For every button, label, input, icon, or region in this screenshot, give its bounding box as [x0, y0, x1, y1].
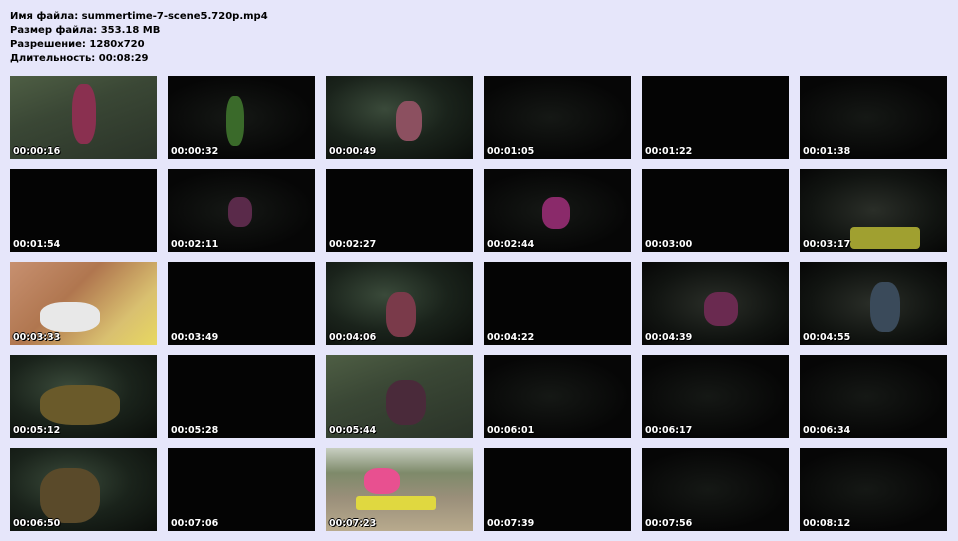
timestamp: 00:02:44 [487, 239, 535, 250]
timestamp: 00:02:11 [171, 239, 219, 250]
thumbnail[interactable]: 00:06:01 [484, 355, 631, 438]
timestamp: 00:03:00 [645, 239, 693, 250]
timestamp: 00:06:50 [13, 518, 61, 529]
thumbnail[interactable]: 00:07:39 [484, 448, 631, 531]
timestamp: 00:03:49 [171, 332, 219, 343]
timestamp: 00:08:12 [803, 518, 851, 529]
thumbnail[interactable]: 00:06:17 [642, 355, 789, 438]
thumbnail[interactable]: 00:00:49 [326, 76, 473, 159]
thumbnail[interactable]: 00:02:11 [168, 169, 315, 252]
thumbnail[interactable]: 00:02:44 [484, 169, 631, 252]
thumbnail[interactable]: 00:08:12 [800, 448, 947, 531]
thumbnail[interactable]: 00:03:33 [10, 262, 157, 345]
thumbnail[interactable]: 00:04:22 [484, 262, 631, 345]
timestamp: 00:07:39 [487, 518, 535, 529]
file-resolution: Разрешение: 1280x720 [10, 39, 145, 50]
timestamp: 00:02:27 [329, 239, 377, 250]
timestamp: 00:06:17 [645, 425, 693, 436]
timestamp: 00:05:12 [13, 425, 61, 436]
thumbnail[interactable]: 00:06:34 [800, 355, 947, 438]
thumbnail[interactable]: 00:01:22 [642, 76, 789, 159]
timestamp: 00:07:56 [645, 518, 693, 529]
timestamp: 00:07:23 [329, 518, 377, 529]
thumbnail[interactable]: 00:04:39 [642, 262, 789, 345]
timestamp: 00:00:16 [13, 146, 61, 157]
thumbnail[interactable]: 00:02:27 [326, 169, 473, 252]
thumbnail[interactable]: 00:05:28 [168, 355, 315, 438]
timestamp: 00:07:06 [171, 518, 219, 529]
file-info: Имя файла: summertime-7-scene5.720p.mp4 … [10, 10, 268, 66]
thumbnail[interactable]: 00:04:06 [326, 262, 473, 345]
thumbnail[interactable]: 00:03:00 [642, 169, 789, 252]
thumbnail[interactable]: 00:05:44 [326, 355, 473, 438]
timestamp: 00:04:39 [645, 332, 693, 343]
timestamp: 00:03:33 [13, 332, 61, 343]
thumbnail[interactable]: 00:06:50 [10, 448, 157, 531]
thumbnail[interactable]: 00:05:12 [10, 355, 157, 438]
thumbnail[interactable]: 00:01:54 [10, 169, 157, 252]
timestamp: 00:01:05 [487, 146, 535, 157]
timestamp: 00:03:17 [803, 239, 851, 250]
thumbnail[interactable]: 00:03:17 [800, 169, 947, 252]
timestamp: 00:06:34 [803, 425, 851, 436]
file-duration: Длительность: 00:08:29 [10, 53, 149, 64]
thumbnail[interactable]: 00:01:38 [800, 76, 947, 159]
timestamp: 00:06:01 [487, 425, 535, 436]
file-size: Размер файла: 353.18 MB [10, 25, 161, 36]
thumbnail-grid: 00:00:16 00:00:32 00:00:49 00:01:05 00:0… [10, 76, 947, 531]
timestamp: 00:04:22 [487, 332, 535, 343]
timestamp: 00:01:38 [803, 146, 851, 157]
thumbnail[interactable]: 00:04:55 [800, 262, 947, 345]
timestamp: 00:04:55 [803, 332, 851, 343]
thumbnail[interactable]: 00:07:56 [642, 448, 789, 531]
file-name: Имя файла: summertime-7-scene5.720p.mp4 [10, 11, 268, 22]
timestamp: 00:01:22 [645, 146, 693, 157]
thumbnail[interactable]: 00:03:49 [168, 262, 315, 345]
timestamp: 00:00:32 [171, 146, 219, 157]
timestamp: 00:05:28 [171, 425, 219, 436]
thumbnail[interactable]: 00:01:05 [484, 76, 631, 159]
thumbnail[interactable]: 00:07:23 [326, 448, 473, 531]
thumbnail[interactable]: 00:00:16 [10, 76, 157, 159]
timestamp: 00:00:49 [329, 146, 377, 157]
thumbnail[interactable]: 00:07:06 [168, 448, 315, 531]
timestamp: 00:05:44 [329, 425, 377, 436]
thumbnail[interactable]: 00:00:32 [168, 76, 315, 159]
timestamp: 00:04:06 [329, 332, 377, 343]
timestamp: 00:01:54 [13, 239, 61, 250]
